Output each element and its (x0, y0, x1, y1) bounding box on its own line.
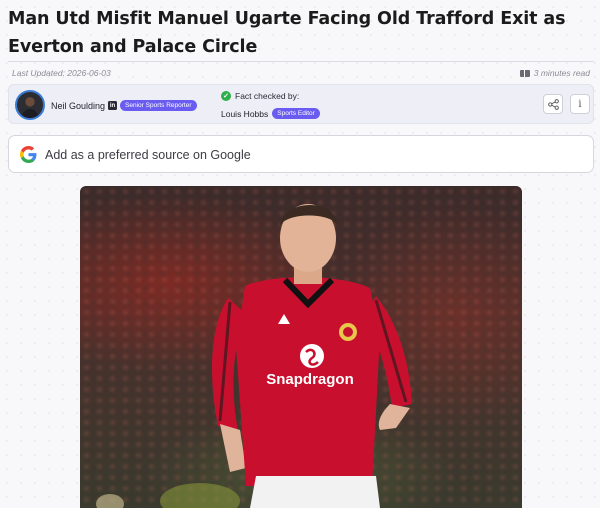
author-role-badge: Senior Sports Reporter (120, 100, 197, 111)
check-circle-icon: ✓ (221, 91, 231, 101)
read-time: 3 minutes read (519, 68, 590, 78)
article-page: Man Utd Misfit Manuel Ugarte Facing Old … (0, 0, 600, 508)
google-logo-icon (20, 146, 37, 163)
last-updated: Last Updated: 2026-06-03 (12, 68, 111, 78)
article-headline: Man Utd Misfit Manuel Ugarte Facing Old … (8, 9, 566, 57)
linkedin-icon[interactable]: in (108, 101, 118, 110)
hero-image: Snapdragon (80, 186, 522, 508)
google-preferred-source-button[interactable]: Add as a preferred source on Google (8, 135, 594, 173)
info-button[interactable]: i (570, 94, 590, 114)
fact-check-label: Fact checked by: (235, 91, 300, 101)
author-avatar[interactable] (15, 90, 45, 120)
author-byline: Neil Goulding in Senior Sports Reporter (51, 100, 197, 111)
book-icon (519, 69, 530, 77)
share-button[interactable] (543, 94, 563, 114)
author-name[interactable]: Neil Goulding (51, 101, 105, 111)
shirt-sponsor-text: Snapdragon (266, 371, 354, 388)
read-time-label: 3 minutes read (533, 68, 590, 78)
google-source-label: Add as a preferred source on Google (45, 148, 251, 162)
divider (8, 61, 594, 62)
author-card: Neil Goulding in Senior Sports Reporter … (8, 84, 594, 124)
fact-checker-role-badge: Sports Editor (272, 108, 320, 119)
fact-check-block: ✓ Fact checked by: Louis Hobbs Sports Ed… (221, 89, 361, 121)
fact-checker-name[interactable]: Louis Hobbs (221, 109, 268, 119)
player-photo: Snapdragon (96, 204, 412, 508)
info-icon: i (578, 98, 582, 110)
share-icon (547, 98, 559, 110)
article-meta: Last Updated: 2026-06-03 3 minutes read (12, 66, 592, 80)
